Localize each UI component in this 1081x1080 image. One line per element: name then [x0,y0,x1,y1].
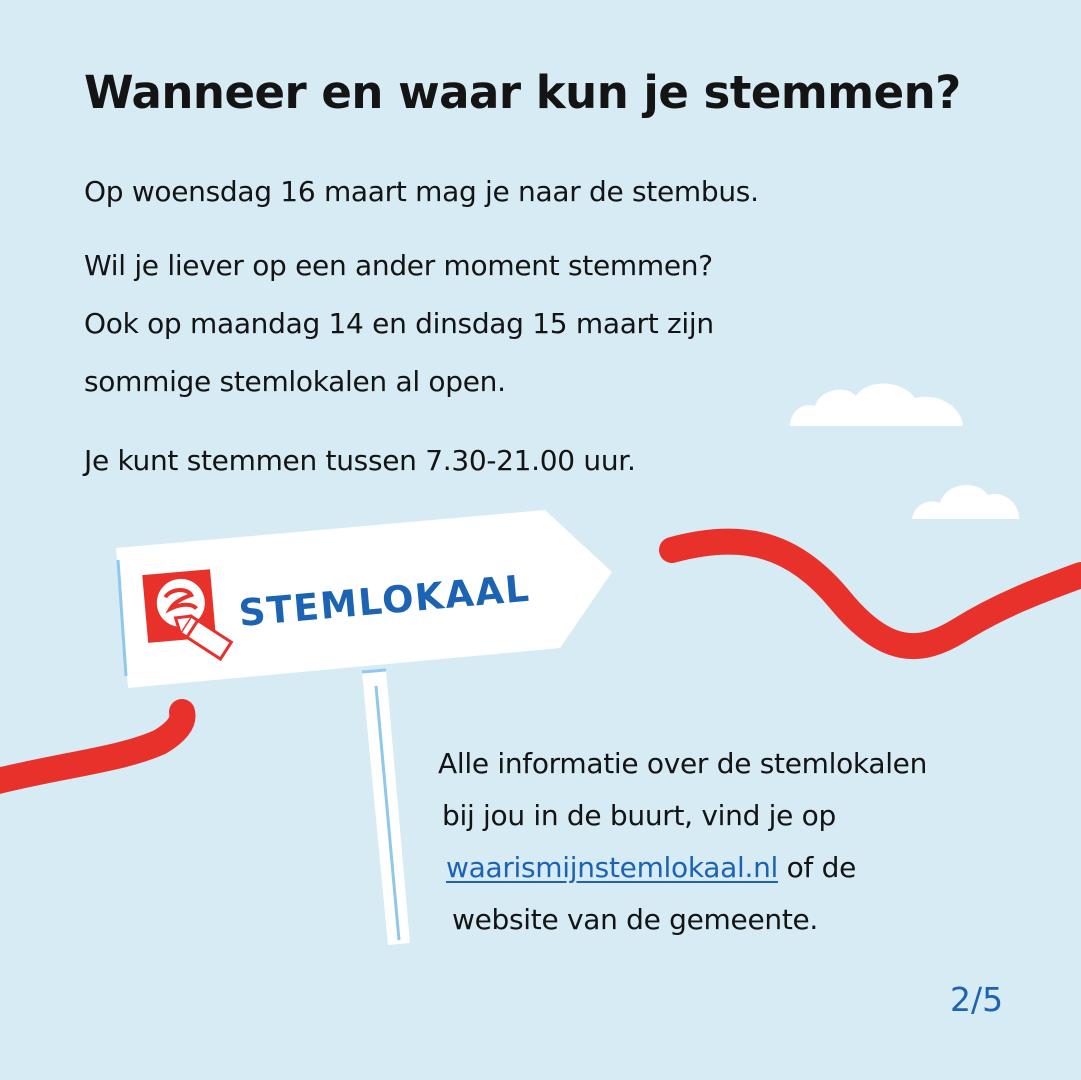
early-voting-line: sommige stemlokalen al open. [84,365,506,398]
info-line: waarismijnstemlokaal.nl of de [438,842,927,894]
polling-station-link[interactable]: waarismijnstemlokaal.nl [446,851,778,884]
early-voting-line: Wil je liever op een ander moment stemme… [84,249,713,282]
hours-text: Je kunt stemmen tussen 7.30-21.00 uur. [84,444,636,477]
info-line-suffix: of de [778,851,857,884]
info-line: Alle informatie over de stemlokalen [438,747,928,780]
early-voting-line: Ook op maandag 14 en dinsdag 15 maart zi… [84,307,714,340]
cloud-icon [790,383,963,426]
info-text: Alle informatie over de stemlokalen bij … [438,738,927,946]
early-voting-text: Wil je liever op een ander moment stemme… [84,237,714,411]
date-text: Op woensdag 16 maart mag je naar de stem… [84,175,759,208]
cloud-icon [912,484,1020,519]
info-line: bij jou in de buurt, vind je op [442,799,836,832]
ribbon-right [659,528,1081,660]
ribbon-left [0,699,196,794]
slide: STEMLOKAAL Wanneer en waar kun je stemme… [0,0,1081,1080]
page-indicator: 2/5 [950,980,1004,1019]
info-line: website van de gemeente. [452,903,819,936]
page-title: Wanneer en waar kun je stemmen? [84,66,961,119]
